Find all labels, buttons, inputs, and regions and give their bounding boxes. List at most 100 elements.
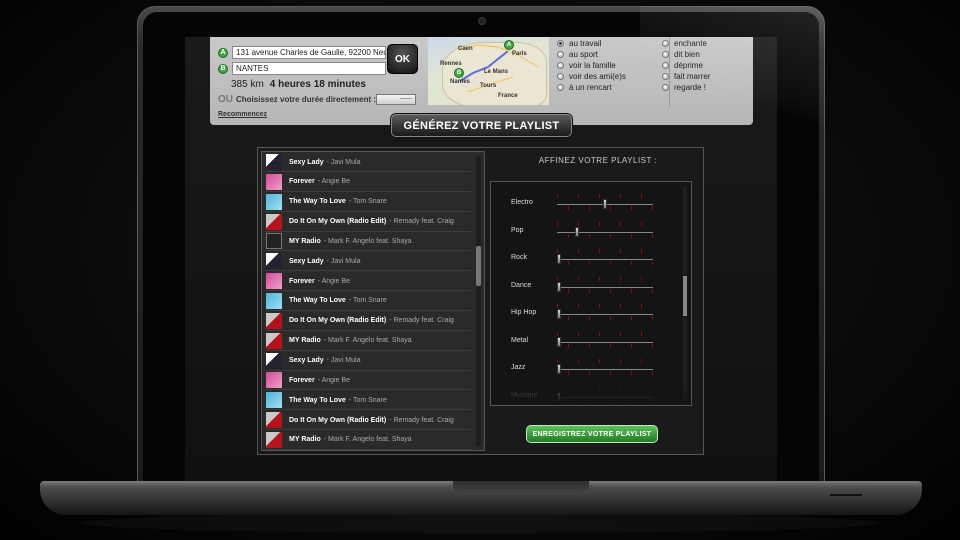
slider-handle[interactable] (557, 281, 561, 292)
slider-tick (609, 371, 611, 375)
map-label: Caen (458, 46, 473, 52)
genre-slider[interactable]: Metal (499, 328, 677, 352)
slider-tick (578, 221, 579, 226)
slider-handle[interactable] (557, 364, 561, 374)
option-enchante[interactable]: enchante (662, 38, 710, 49)
slider-tick (630, 371, 632, 375)
map-end-pin-icon: B (454, 68, 464, 78)
option-dit-bien[interactable]: dit bien (662, 49, 710, 60)
slider-handle[interactable] (557, 336, 561, 347)
track-row[interactable]: Do It On My Own (Radio Edit) - Remady fea… (266, 411, 471, 431)
track-row[interactable]: MY Radio - Mark F. Angelo feat. Shaya (266, 431, 471, 450)
track-row[interactable]: MY Radio - Mark F. Angelo feat. Shaya (266, 332, 471, 351)
genre-slider[interactable]: Hip Hop (499, 300, 677, 324)
option-label: au sport (569, 50, 598, 59)
genre-slider[interactable]: Jazz (499, 355, 677, 379)
genre-slider[interactable]: Dance (499, 273, 677, 297)
mixer-fade (491, 385, 691, 405)
map-label: France (498, 93, 518, 99)
slider-tick (567, 288, 569, 293)
slider-tick (578, 276, 579, 281)
route-map[interactable]: A B Caen Rennes Le Mans Paris Nantes Tou… (428, 37, 549, 105)
track-row[interactable]: Sexy Lady - Javi Mula (266, 153, 471, 172)
slider-tick (599, 276, 600, 281)
track-artist: - Javi Mula (326, 257, 361, 265)
restart-link[interactable]: Recommencez (218, 111, 267, 118)
track-artist: - Javi Mula (326, 158, 361, 166)
slider-tick (557, 276, 558, 281)
end-marker-icon: B (218, 63, 228, 74)
track-row[interactable]: MY Radio - Mark F. Angelo feat. Shaya (266, 232, 471, 252)
option-au-sport[interactable]: au sport (557, 49, 626, 60)
album-cover-icon (266, 154, 282, 170)
option-au-travail[interactable]: au travail (557, 38, 626, 49)
slider-tick (609, 343, 611, 348)
option-label: déprime (674, 61, 703, 70)
album-cover-icon (266, 372, 282, 389)
ok-button[interactable]: OK (387, 44, 418, 74)
genre-slider[interactable]: Electro (499, 190, 677, 214)
duration-select[interactable]: ------ (376, 94, 416, 105)
option-label: voir la famille (569, 61, 616, 70)
track-row[interactable]: Sexy Lady - Javi Mula (266, 252, 471, 272)
slider-tick (641, 304, 642, 308)
choose-duration-label: Choisissez votre durée directement : (236, 95, 377, 104)
option-fait-marrer[interactable]: fait marrer (662, 71, 710, 82)
route-summary: 385 km 4 heures 18 minutes (231, 79, 366, 90)
slider-handle[interactable] (557, 254, 561, 264)
track-artist: - Tom Snare (348, 198, 387, 206)
option-rencart[interactable]: à un rencart (557, 82, 626, 93)
genre-slider[interactable]: Rock (499, 245, 677, 269)
album-cover-icon (266, 193, 282, 210)
track-list-scrollbar[interactable] (476, 156, 481, 446)
option-label: dit bien (674, 50, 700, 59)
track-row[interactable]: The Way To Love - Tom Snare (266, 391, 471, 411)
slider-tick (588, 261, 590, 265)
slider-tick (630, 233, 632, 238)
track-artist: - Remady feat. Craig (389, 416, 454, 424)
track-row[interactable]: The Way To Love - Tom Snare (266, 193, 471, 212)
track-row[interactable]: Do It On My Own (Radio Edit) - Remady fea… (266, 213, 471, 232)
option-label: fait marrer (674, 72, 711, 81)
option-deprime[interactable]: déprime (662, 60, 710, 71)
slider-tick (599, 304, 600, 308)
track-row[interactable]: Forever - Angie Be (266, 371, 471, 391)
track-row[interactable]: The Way To Love - Tom Snare (266, 292, 471, 311)
slider-tick (651, 288, 653, 293)
save-playlist-button[interactable]: ENREGISTREZ VOTRE PLAYLIST (526, 425, 658, 443)
album-cover-icon (266, 273, 282, 290)
album-cover-icon (266, 292, 282, 309)
track-list[interactable]: Sexy Lady - Javi Mula Forever - Angie Be The… (261, 151, 485, 451)
slider-tick (578, 304, 579, 308)
option-regarde[interactable]: regarde ! (662, 82, 710, 93)
slider-tick (651, 343, 653, 348)
map-label: Tours (480, 83, 497, 89)
slider-tick (599, 331, 600, 336)
slider-handle[interactable] (575, 226, 580, 237)
slider-tick (578, 331, 579, 336)
option-voir-la-famille[interactable]: voir la famille (557, 60, 626, 71)
scrollbar-thumb[interactable] (476, 246, 481, 286)
track-row[interactable]: Do It On My Own (Radio Edit) - Remady fea… (266, 312, 471, 331)
album-cover-icon (266, 213, 282, 230)
album-cover-icon (266, 312, 282, 329)
genre-slider[interactable]: Pop (499, 218, 677, 242)
track-row[interactable]: Forever - Angie Be (266, 272, 471, 292)
slider-handle[interactable] (557, 309, 561, 319)
mixer-scrollbar[interactable] (683, 186, 687, 401)
to-address-input[interactable]: NANTES (232, 62, 386, 75)
track-row[interactable]: Sexy Lady - Javi Mula (266, 352, 471, 371)
track-row[interactable]: Forever - Angie Be (266, 173, 471, 192)
generate-playlist-button[interactable]: GÉNÉREZ VOTRE PLAYLIST (391, 114, 572, 137)
option-voir-des-amis[interactable]: voir des ami(e)s (557, 71, 626, 82)
slider-tick (578, 194, 579, 198)
slider-handle[interactable] (603, 199, 607, 209)
slider-tick (588, 371, 590, 375)
slider-tick (609, 316, 611, 320)
slider-track (557, 231, 653, 233)
scrollbar-thumb[interactable] (683, 276, 687, 316)
start-marker-icon: A (218, 47, 228, 58)
slider-tick (599, 359, 600, 363)
from-address-input[interactable]: 131 avenue Charles de Gaulle, 92200 Neui… (232, 46, 386, 59)
slider-tick (641, 331, 642, 336)
